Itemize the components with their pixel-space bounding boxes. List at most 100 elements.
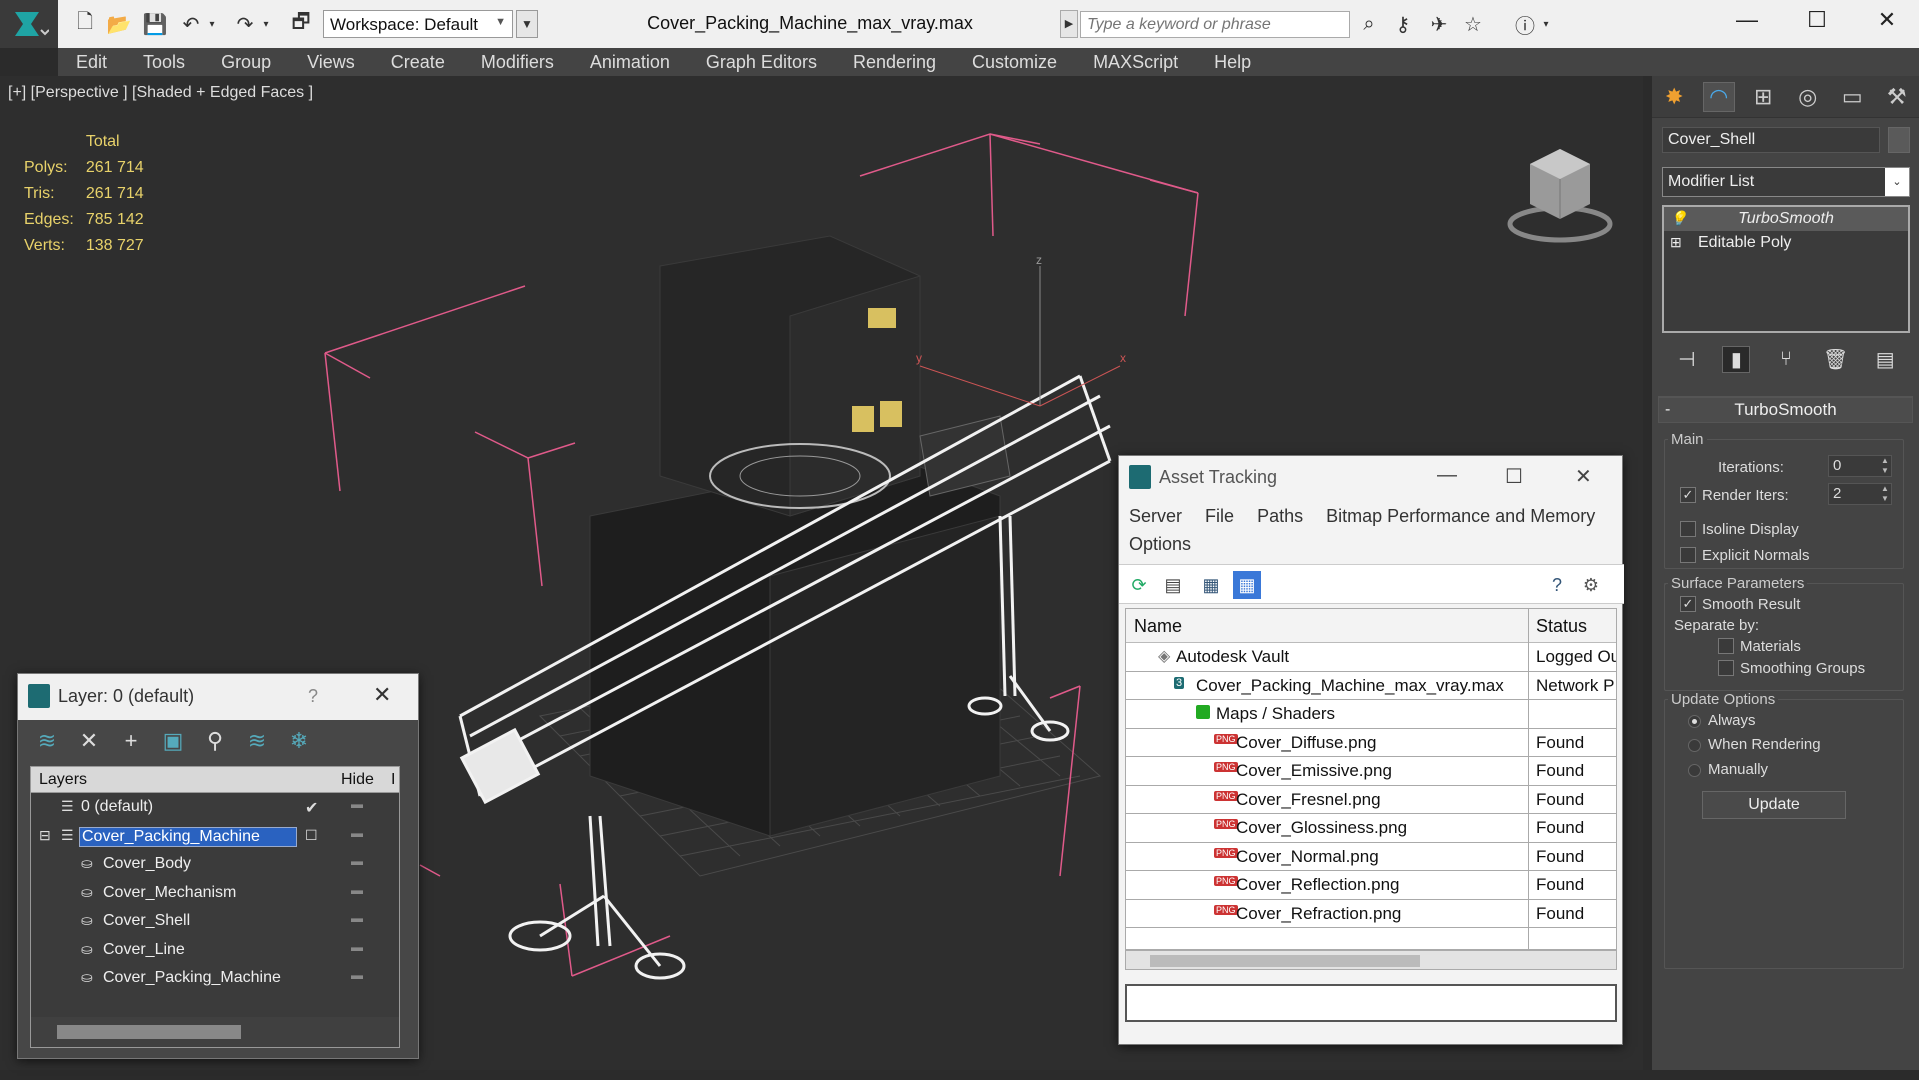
key-icon[interactable]: ⚷	[1388, 10, 1418, 38]
menu-edit[interactable]: Edit	[58, 52, 125, 73]
asset-dialog-titlebar[interactable]: Asset Tracking — ☐ ✕	[1119, 456, 1622, 498]
hide-column-header[interactable]: Hide	[341, 771, 374, 789]
scrollbar-thumb[interactable]	[1150, 955, 1420, 967]
lightbulb-icon[interactable]: 💡	[1670, 210, 1687, 227]
project-folder-icon[interactable]: 🗗	[286, 10, 316, 38]
asset-table[interactable]: Name Status ◈ Autodesk Vault Logged Ou 3…	[1125, 608, 1617, 950]
layer-row[interactable]: ⛀ Cover_Packing_Machine ▬	[31, 964, 399, 993]
favorites-star-icon[interactable]: ☆	[1458, 10, 1488, 38]
name-column-header[interactable]: Name	[1134, 616, 1182, 637]
hide-toggle-icon[interactable]: ▬	[351, 911, 363, 925]
render-iters-checkbox[interactable]: ✓	[1680, 487, 1696, 503]
menu-customize[interactable]: Customize	[954, 52, 1075, 73]
redo-icon[interactable]: ↷	[230, 10, 260, 38]
hierarchy-tab-icon[interactable]: ⊞	[1747, 82, 1779, 112]
help-button[interactable]: ?	[308, 686, 318, 707]
menu-maxscript[interactable]: MAXScript	[1075, 52, 1196, 73]
layer-toolbar-icon[interactable]: ≋	[32, 726, 62, 756]
asset-row[interactable]: Maps / Shaders	[1126, 700, 1616, 729]
menu-graph-editors[interactable]: Graph Editors	[688, 52, 835, 73]
active-layer-checkbox-icon[interactable]: ☐	[305, 827, 318, 844]
add-to-layer-icon[interactable]: +	[116, 726, 146, 756]
layer-row[interactable]: ⊟ ☰ Cover_Packing_Machine ☐ ▬	[31, 822, 399, 851]
hide-toggle-icon[interactable]: ▬	[351, 826, 363, 840]
help-icon[interactable]: ⓘ	[1510, 10, 1540, 38]
layer-hscrollbar[interactable]	[31, 1017, 399, 1047]
close-button[interactable]: ✕	[1852, 0, 1919, 40]
create-tab-icon[interactable]: ✸	[1658, 82, 1690, 112]
layers-column-header[interactable]: Layers	[39, 771, 87, 789]
menu-help[interactable]: Help	[1196, 52, 1269, 73]
delete-layer-icon[interactable]: ✕	[74, 726, 104, 756]
undo-icon[interactable]: ↶	[176, 10, 206, 38]
display-tab-icon[interactable]: ▭	[1836, 82, 1868, 112]
help-icon[interactable]: ?	[1543, 571, 1571, 599]
menu-tools[interactable]: Tools	[125, 52, 203, 73]
maximize-icon[interactable]: ☐	[1505, 464, 1523, 489]
asset-menu-paths[interactable]: Paths	[1257, 502, 1303, 530]
show-end-result-icon[interactable]: ▮	[1722, 345, 1751, 373]
asset-row[interactable]: PNG Cover_Diffuse.png Found	[1126, 729, 1616, 757]
redo-dropdown-icon[interactable]: ▾	[258, 10, 274, 38]
search-expand-button[interactable]: ▶	[1060, 10, 1078, 38]
help-dropdown-icon[interactable]: ▾	[1538, 10, 1554, 38]
modifier-stack[interactable]: 💡 TurboSmooth ⊞ Editable Poly	[1662, 205, 1910, 333]
asset-row[interactable]: PNG Cover_Glossiness.png Found	[1126, 814, 1616, 843]
expand-plus-icon[interactable]: ⊞	[1670, 234, 1682, 251]
asset-row[interactable]: PNG Cover_Normal.png Found	[1126, 843, 1616, 871]
workspace-selector[interactable]: Workspace: Default ▼	[323, 10, 513, 38]
search-input[interactable]	[1080, 11, 1350, 38]
active-layer-checkmark-icon[interactable]: ✔	[305, 798, 318, 818]
object-color-swatch[interactable]	[1888, 127, 1910, 153]
stack-item-editable-poly[interactable]: ⊞ Editable Poly	[1664, 231, 1908, 255]
asset-row[interactable]: PNG Cover_Fresnel.png Found	[1126, 786, 1616, 814]
menu-rendering[interactable]: Rendering	[835, 52, 954, 73]
menu-animation[interactable]: Animation	[572, 52, 688, 73]
make-unique-icon[interactable]: ⑂	[1772, 348, 1800, 371]
workspace-menu-button[interactable]: ▼	[516, 10, 538, 38]
when-rendering-radio[interactable]	[1688, 739, 1701, 752]
binoculars-icon[interactable]: ⌕	[1354, 10, 1384, 38]
hide-all-layers-icon[interactable]: ≋	[242, 726, 272, 756]
communication-center-icon[interactable]: ✈	[1424, 10, 1454, 38]
asset-row[interactable]: PNG Cover_Refraction.png Found	[1126, 900, 1616, 928]
asset-row[interactable]: PNG Cover_Emissive.png Found	[1126, 757, 1616, 786]
freeze-all-layers-icon[interactable]: ❄	[284, 726, 314, 756]
hide-toggle-icon[interactable]: ▬	[351, 940, 363, 954]
app-menu-button[interactable]	[0, 0, 58, 48]
thumbnail-view-icon[interactable]: ▦	[1197, 571, 1225, 599]
minimize-icon[interactable]: —	[1437, 464, 1457, 487]
extra-column-header[interactable]: I	[391, 771, 395, 789]
select-objects-icon[interactable]: ▣	[158, 726, 188, 756]
always-radio[interactable]	[1688, 715, 1701, 728]
undo-dropdown-icon[interactable]: ▾	[204, 10, 220, 38]
status-column-header[interactable]: Status	[1536, 616, 1587, 637]
menu-create[interactable]: Create	[373, 52, 463, 73]
layer-row[interactable]: ⛀ Cover_Body ▬	[31, 850, 399, 879]
layer-row[interactable]: ⛀ Cover_Line ▬	[31, 936, 399, 965]
update-button[interactable]: Update	[1702, 791, 1846, 819]
iterations-spinner[interactable]: 0 ▲ ▼	[1828, 455, 1892, 477]
pin-stack-icon[interactable]: ⊣	[1673, 347, 1701, 372]
asset-row[interactable]: PNG Cover_Reflection.png Found	[1126, 871, 1616, 900]
new-file-icon[interactable]: 🗋	[70, 10, 100, 38]
hide-toggle-icon[interactable]: ▬	[351, 968, 363, 982]
asset-path-field[interactable]	[1125, 984, 1617, 1022]
explicit-normals-checkbox[interactable]	[1680, 547, 1696, 563]
stack-item-turbosmooth[interactable]: 💡 TurboSmooth	[1664, 207, 1908, 231]
layer-dialog-titlebar[interactable]: Layer: 0 (default) ? ✕	[18, 674, 418, 720]
minimize-button[interactable]: —	[1712, 0, 1782, 40]
layer-list[interactable]: Layers Hide I ☰ 0 (default) ✔ ▬ ⊟ ☰ Cove…	[30, 766, 400, 1048]
smooth-result-checkbox[interactable]: ✓	[1680, 596, 1696, 612]
asset-menu-options[interactable]: Options	[1129, 530, 1191, 558]
save-file-icon[interactable]: 💾	[140, 10, 170, 38]
menu-views[interactable]: Views	[289, 52, 373, 73]
open-file-icon[interactable]: 📂	[104, 10, 134, 38]
menu-modifiers[interactable]: Modifiers	[463, 52, 572, 73]
spinner-arrows-icon[interactable]: ▲ ▼	[1879, 484, 1891, 504]
scrollbar-thumb[interactable]	[57, 1025, 241, 1039]
close-icon[interactable]: ✕	[373, 682, 391, 708]
motion-tab-icon[interactable]: ◎	[1792, 82, 1824, 112]
layer-row[interactable]: ☰ 0 (default) ✔ ▬	[31, 793, 399, 822]
asset-menu-file[interactable]: File	[1205, 502, 1234, 530]
